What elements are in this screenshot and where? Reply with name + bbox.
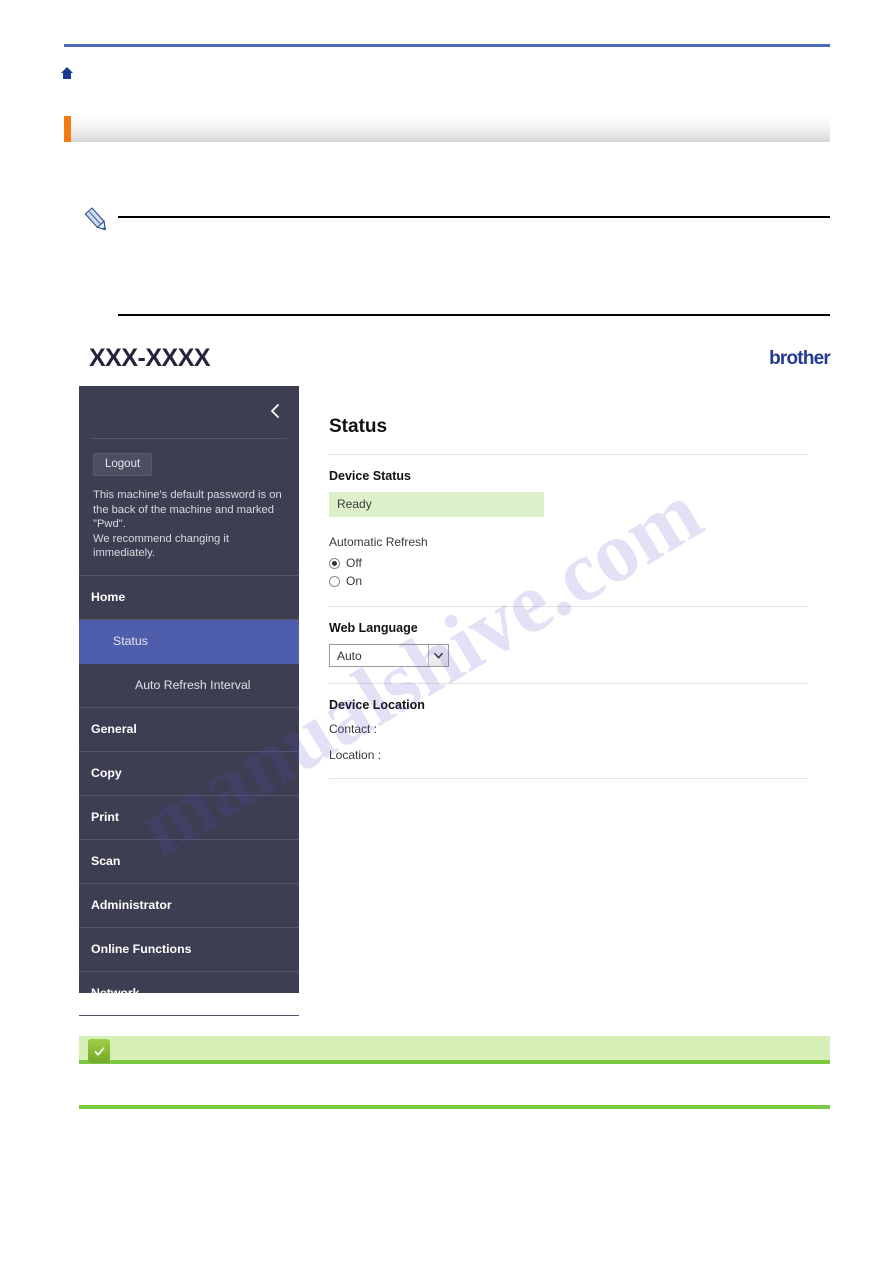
sidebar-item-general[interactable]: General — [79, 708, 299, 752]
sidebar-nav: Home Status Auto Refresh Interval Genera… — [79, 574, 299, 1016]
pencil-icon — [82, 206, 112, 236]
device-status-label: Device Status — [329, 469, 411, 483]
note-rule-top — [118, 216, 830, 218]
sidebar-item-label: Scan — [91, 854, 121, 868]
web-ui: Logout This machine's default password i… — [79, 386, 830, 1016]
page-top-rule — [64, 44, 830, 47]
divider — [329, 778, 808, 779]
bottom-green-rule — [79, 1105, 830, 1109]
breadcrumb — [60, 62, 830, 84]
web-language-select[interactable]: Auto — [329, 644, 449, 667]
web-based-management-figure: XXX-XXXX brother Logout This machine's d… — [79, 336, 831, 1016]
radio-on-label: On — [346, 574, 363, 588]
chevron-down-icon[interactable] — [428, 645, 448, 666]
sidebar-item-home[interactable]: Home — [79, 576, 299, 620]
checkmark-icon — [88, 1039, 110, 1063]
title-bar-accent — [64, 116, 71, 142]
sidebar: Logout This machine's default password i… — [79, 386, 299, 1016]
sidebar-item-label: Auto Refresh Interval — [135, 678, 251, 692]
sidebar-item-label: Network — [91, 986, 140, 1000]
web-language-section: Web Language Auto — [329, 607, 808, 683]
sidebar-item-label: Copy — [91, 766, 122, 780]
device-location-label: Device Location — [329, 698, 425, 712]
sidebar-item-auto-refresh-interval[interactable]: Auto Refresh Interval — [79, 664, 299, 708]
home-icon[interactable] — [60, 66, 74, 80]
automatic-refresh-off-row[interactable]: Off — [329, 554, 808, 572]
sidebar-item-online-functions[interactable]: Online Functions — [79, 928, 299, 972]
tip-banner — [79, 1036, 830, 1064]
device-status-value: Ready — [329, 492, 544, 517]
note-rule-bottom — [118, 314, 830, 316]
contact-row: Contact : — [329, 722, 378, 736]
sidebar-item-label: Home — [91, 590, 126, 604]
sidebar-item-network[interactable]: Network — [79, 972, 299, 1016]
sidebar-collapse-bar[interactable] — [79, 386, 299, 438]
sidebar-item-print[interactable]: Print — [79, 796, 299, 840]
sidebar-item-copy[interactable]: Copy — [79, 752, 299, 796]
location-row: Location : — [329, 748, 382, 762]
device-status-section: Device Status Ready Automatic Refresh Of… — [329, 455, 808, 606]
chevron-left-icon[interactable] — [269, 402, 281, 420]
main-panel: Status Device Status Ready Automatic Ref… — [299, 386, 830, 993]
sidebar-item-label: Print — [91, 810, 120, 824]
sidebar-item-administrator[interactable]: Administrator — [79, 884, 299, 928]
page-title: Status — [329, 416, 388, 437]
web-language-selected-value: Auto — [337, 648, 362, 663]
device-location-section: Device Location Contact : Location : — [329, 684, 808, 778]
web-language-label: Web Language — [329, 621, 418, 635]
figure-header: XXX-XXXX brother — [79, 336, 831, 386]
sidebar-item-label: Status — [113, 634, 148, 648]
radio-on[interactable] — [329, 575, 340, 587]
automatic-refresh-on-row[interactable]: On — [329, 572, 808, 590]
sidebar-item-label: Online Functions — [91, 942, 192, 956]
section-title-bar — [64, 116, 830, 142]
radio-off-label: Off — [346, 556, 362, 570]
brother-logo: brother — [769, 348, 831, 369]
sidebar-item-scan[interactable]: Scan — [79, 840, 299, 884]
sidebar-item-label: General — [91, 722, 137, 736]
default-password-note: This machine's default password is on th… — [93, 489, 282, 559]
sidebar-item-label: Administrator — [91, 898, 172, 912]
logout-button[interactable]: Logout — [93, 453, 153, 476]
logout-area: Logout — [79, 439, 299, 476]
sidebar-item-status[interactable]: Status — [79, 619, 299, 664]
model-name: XXX-XXXX — [89, 344, 211, 372]
radio-off[interactable] — [329, 557, 340, 569]
automatic-refresh-label: Automatic Refresh — [329, 535, 428, 549]
